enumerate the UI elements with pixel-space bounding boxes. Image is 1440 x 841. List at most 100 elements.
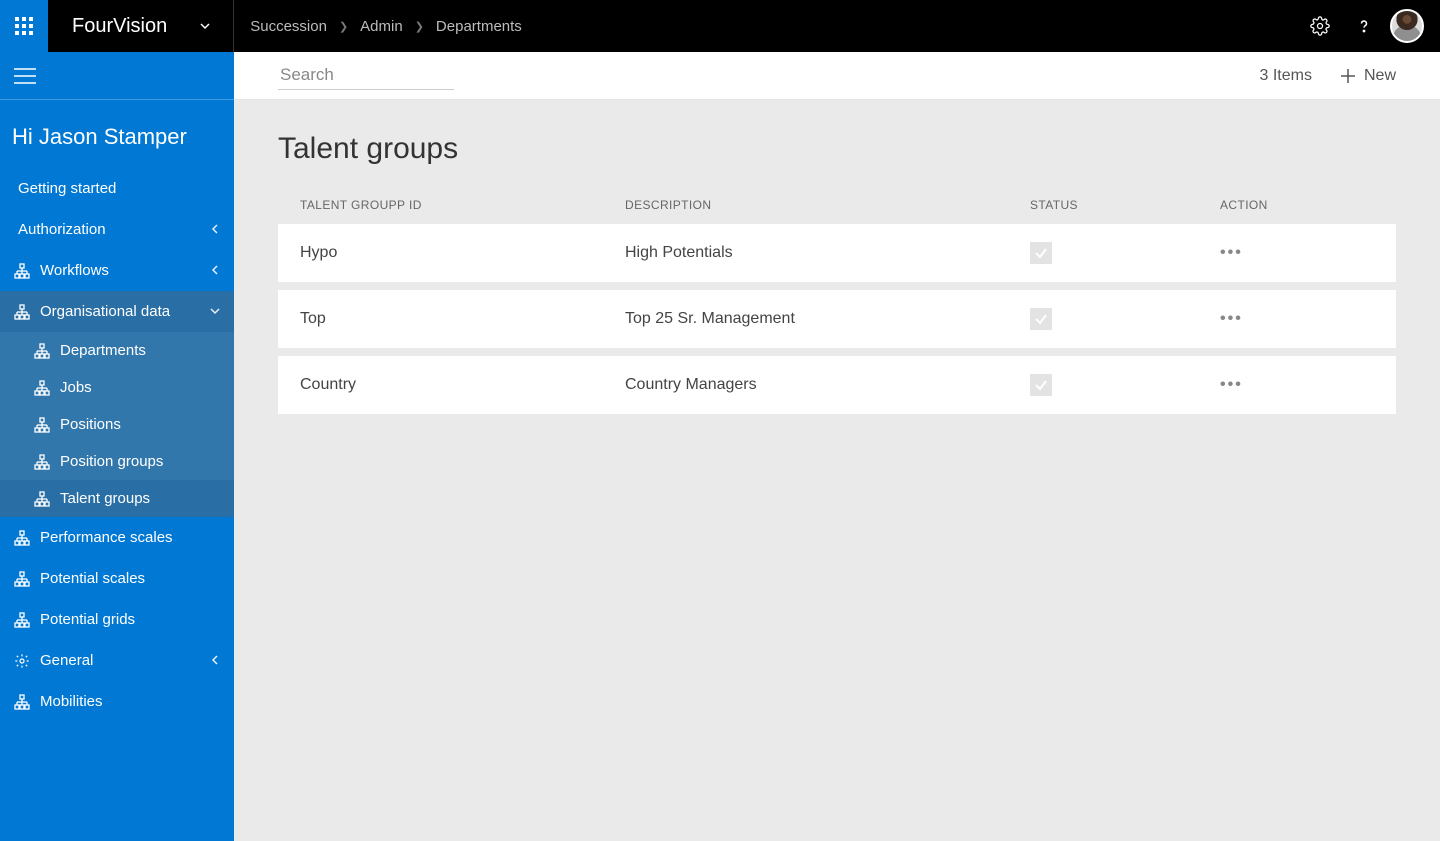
sidebar-item[interactable]: Performance scales	[0, 517, 234, 558]
cell-desc: Top 25 Sr. Management	[625, 310, 1030, 328]
sidebar: Hi Jason Stamper Getting started Authoriz…	[0, 52, 234, 841]
table-header: TALENT GROUPP ID DESCRIPTION STATUS ACTI…	[278, 198, 1396, 224]
org-chart-icon	[14, 571, 30, 587]
check-icon	[1034, 246, 1048, 260]
settings-button[interactable]	[1298, 0, 1342, 52]
sidebar-item-label: General	[40, 652, 93, 669]
sidebar-item-label: Potential scales	[40, 570, 145, 587]
brand-switcher[interactable]: FourVision	[48, 0, 234, 52]
question-icon	[1354, 16, 1374, 36]
plus-icon	[1340, 68, 1356, 84]
table-row[interactable]: CountryCountry Managers •••	[278, 356, 1396, 414]
brand-name: FourVision	[72, 15, 167, 38]
sidebar-item[interactable]: Authorization	[0, 209, 234, 250]
chevron-down-icon	[210, 303, 220, 320]
cell-status	[1030, 374, 1220, 396]
topbar: FourVision Succession ❯ Admin ❯ Departme…	[0, 0, 1440, 52]
sidebar-subitem-label: Talent groups	[60, 490, 150, 507]
help-button[interactable]	[1342, 0, 1386, 52]
status-checkbox[interactable]	[1030, 242, 1052, 264]
org-chart-icon	[34, 417, 50, 433]
org-chart-icon	[14, 653, 30, 669]
chevron-left-icon	[210, 262, 220, 279]
hamburger-icon	[14, 68, 36, 84]
sidebar-item-label: Authorization	[18, 221, 106, 238]
search-input[interactable]	[278, 61, 454, 90]
chevron-down-icon	[197, 18, 213, 34]
page-title: Talent groups	[278, 132, 1396, 166]
cell-status	[1030, 242, 1220, 264]
waffle-icon	[15, 17, 33, 35]
sidebar-item[interactable]: Mobilities	[0, 681, 234, 722]
cell-status	[1030, 308, 1220, 330]
sidebar-item[interactable]: Potential scales	[0, 558, 234, 599]
sidebar-subitem-label: Jobs	[60, 379, 92, 396]
avatar[interactable]	[1390, 9, 1424, 43]
cell-action: •••	[1220, 376, 1374, 394]
org-chart-icon	[34, 343, 50, 359]
sidebar-subitem-label: Positions	[60, 416, 121, 433]
more-actions-button[interactable]: •••	[1220, 244, 1243, 261]
sidebar-nav: Getting started Authorization Workflows Org…	[0, 168, 234, 722]
breadcrumb-item[interactable]: Succession	[250, 18, 327, 35]
main: 3 Items New Talent groups TALENT GROUPP …	[234, 52, 1440, 841]
cell-desc: Country Managers	[625, 376, 1030, 394]
sidebar-item-label: Potential grids	[40, 611, 135, 628]
sidebar-item[interactable]: Potential grids	[0, 599, 234, 640]
org-chart-icon	[14, 612, 30, 628]
toolbar: 3 Items New	[234, 52, 1440, 100]
cell-action: •••	[1220, 244, 1374, 262]
status-checkbox[interactable]	[1030, 308, 1052, 330]
status-checkbox[interactable]	[1030, 374, 1052, 396]
sidebar-item[interactable]: Organisational data	[0, 291, 234, 332]
new-button[interactable]: New	[1340, 67, 1396, 85]
sidebar-subitem-label: Departments	[60, 342, 146, 359]
cell-id: Hypo	[300, 244, 625, 262]
sidebar-toggle[interactable]	[0, 52, 234, 100]
col-header: DESCRIPTION	[625, 198, 1030, 212]
org-chart-icon	[14, 263, 30, 279]
cell-desc: High Potentials	[625, 244, 1030, 262]
org-chart-icon	[14, 530, 30, 546]
org-chart-icon	[34, 380, 50, 396]
org-chart-icon	[14, 694, 30, 710]
breadcrumb-item[interactable]: Departments	[436, 18, 522, 35]
chevron-right-icon: ❯	[415, 20, 424, 33]
table-body: HypoHigh Potentials•••TopTop 25 Sr. Mana…	[278, 224, 1396, 414]
table-row[interactable]: HypoHigh Potentials •••	[278, 224, 1396, 282]
gear-icon	[1310, 16, 1330, 36]
sidebar-subitem[interactable]: Positions	[0, 406, 234, 443]
new-button-label: New	[1364, 67, 1396, 85]
col-header: TALENT GROUPP ID	[300, 198, 625, 212]
sidebar-item[interactable]: General	[0, 640, 234, 681]
sidebar-subitem[interactable]: Position groups	[0, 443, 234, 480]
greeting: Hi Jason Stamper	[0, 100, 234, 168]
sidebar-subitem-label: Position groups	[60, 453, 163, 470]
check-icon	[1034, 312, 1048, 326]
chevron-left-icon	[210, 652, 220, 669]
breadcrumb: Succession ❯ Admin ❯ Departments	[234, 18, 522, 35]
more-actions-button[interactable]: •••	[1220, 310, 1243, 327]
cell-action: •••	[1220, 310, 1374, 328]
chevron-right-icon: ❯	[339, 20, 348, 33]
table-row[interactable]: TopTop 25 Sr. Management •••	[278, 290, 1396, 348]
more-actions-button[interactable]: •••	[1220, 376, 1243, 393]
sidebar-subitem[interactable]: Jobs	[0, 369, 234, 406]
check-icon	[1034, 378, 1048, 392]
breadcrumb-item[interactable]: Admin	[360, 18, 403, 35]
cell-id: Country	[300, 376, 625, 394]
sidebar-item[interactable]: Getting started	[0, 168, 234, 209]
org-chart-icon	[14, 304, 30, 320]
org-chart-icon	[34, 491, 50, 507]
sidebar-item[interactable]: Workflows	[0, 250, 234, 291]
sidebar-item-label: Getting started	[18, 180, 116, 197]
col-header: ACTION	[1220, 198, 1374, 212]
cell-id: Top	[300, 310, 625, 328]
sidebar-item-label: Workflows	[40, 262, 109, 279]
sidebar-item-label: Mobilities	[40, 693, 103, 710]
sidebar-subitem[interactable]: Departments	[0, 332, 234, 369]
sidebar-item-label: Performance scales	[40, 529, 173, 546]
sidebar-subitem[interactable]: Talent groups	[0, 480, 234, 517]
item-count: 3 Items	[1260, 67, 1312, 85]
app-launcher-button[interactable]	[0, 0, 48, 52]
